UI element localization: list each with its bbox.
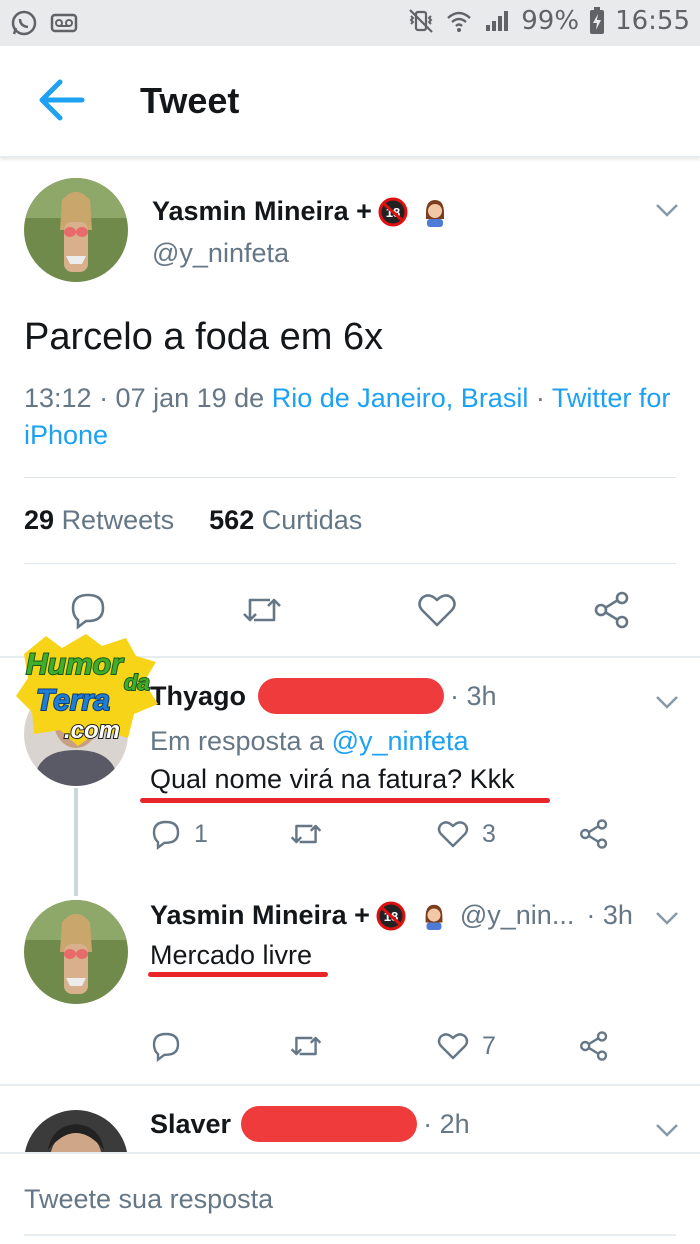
reply-header: Yasmin Mineira + 18 @y_nin... · 3h [150, 900, 633, 931]
tweet-meta: 13:12 · 07 jan 19 de Rio de Janeiro, Bra… [24, 380, 674, 454]
chevron-down-icon[interactable] [654, 910, 680, 926]
page-title: Tweet [140, 80, 240, 121]
wifi-icon [447, 11, 472, 32]
reply-time: · 3h [586, 900, 633, 930]
divider [24, 477, 676, 478]
like-button[interactable]: 7 [436, 1030, 496, 1062]
like-button[interactable] [416, 590, 458, 630]
avatar[interactable] [24, 900, 128, 1004]
no-under-18-icon: 18 [378, 197, 408, 226]
avatar-photo [24, 900, 128, 1004]
location-link[interactable]: Rio de Janeiro, Brasil [272, 383, 529, 413]
thread-connector [74, 788, 78, 896]
input-underline [24, 1234, 676, 1236]
whatsapp-icon [11, 10, 37, 36]
likes-label: Curtidas [261, 505, 363, 535]
likes-count: 562 [209, 505, 255, 535]
retweets-stat[interactable]: 29 Retweets [24, 505, 174, 535]
likes-stat[interactable]: 562 Curtidas [209, 505, 362, 535]
battery-percent: 99% [521, 6, 580, 36]
retweet-button[interactable] [240, 590, 284, 630]
heart-icon [437, 821, 469, 848]
chevron-down-icon[interactable] [654, 1122, 680, 1138]
share-icon [594, 591, 629, 629]
logo-word-humor: Humor [26, 648, 125, 681]
back-arrow-icon[interactable] [34, 78, 86, 122]
reply-header: Thyago · 3h [150, 678, 497, 714]
heart-icon [437, 1033, 469, 1060]
reply-count: 1 [194, 819, 208, 848]
share-icon [580, 1031, 608, 1061]
signal-icon [486, 11, 509, 31]
reply-time: · 2h [423, 1108, 470, 1139]
compose-bar: Tweete sua resposta [0, 1152, 700, 1244]
highlight-underline [148, 972, 328, 977]
author-handle[interactable]: @y_ninfeta [152, 238, 289, 269]
divider [0, 1084, 700, 1086]
logo-word-com: .com [64, 717, 120, 744]
status-bar: 99% 16:55 [0, 0, 700, 46]
battery-charging-icon [590, 7, 605, 34]
share-button[interactable] [578, 1030, 610, 1062]
reply-icon [71, 593, 105, 630]
highlight-underline [140, 798, 550, 803]
avatar[interactable] [24, 178, 128, 282]
author-name-row: Yasmin Mineira + 18 [152, 196, 450, 227]
tweet-stats: 29 Retweets 562 Curtidas [24, 505, 362, 536]
retweet-icon [243, 598, 281, 622]
in-reply-to-prefix: Em resposta a [150, 726, 332, 756]
in-reply-to-handle[interactable]: @y_ninfeta [332, 726, 469, 756]
retweets-count: 29 [24, 505, 55, 535]
voicemail-icon [50, 13, 78, 33]
reply-handle[interactable]: @y_nin... [460, 900, 574, 931]
reply-text: Mercado livre [150, 940, 313, 970]
reply-button[interactable] [68, 590, 108, 630]
chevron-down-icon[interactable] [654, 694, 680, 710]
girl-emoji-icon [425, 199, 444, 227]
logo-word-terra: Terra [36, 684, 110, 717]
reply-author-name[interactable]: Yasmin Mineira + [150, 900, 370, 931]
retweets-label: Retweets [61, 505, 175, 535]
meta-separator: · [528, 383, 552, 413]
redacted-handle [241, 1106, 418, 1142]
reply-time: · 3h [450, 680, 497, 711]
like-button[interactable]: 3 [436, 818, 496, 850]
divider [24, 563, 676, 564]
like-count: 7 [482, 1031, 496, 1060]
reply-icon [152, 1032, 180, 1062]
tweet-timestamp: 13:12 · 07 jan 19 de [24, 383, 272, 413]
tweet-actions [0, 590, 700, 634]
reply-button[interactable] [150, 1030, 182, 1062]
no-under-18-icon: 18 [376, 901, 406, 930]
retweet-button[interactable] [288, 1030, 324, 1062]
chevron-down-icon[interactable] [654, 202, 680, 218]
reply-text: Qual nome virá na fatura? Kkk [150, 764, 515, 794]
avatar-photo [24, 178, 128, 282]
redacted-handle [258, 678, 445, 714]
reply-author-name[interactable]: Slaver [150, 1109, 231, 1140]
like-count: 3 [482, 819, 496, 848]
share-button[interactable] [592, 590, 632, 630]
reply-header: Slaver · 2h [150, 1106, 470, 1142]
reply-icon [152, 820, 180, 850]
girl-emoji-icon [425, 904, 443, 930]
reply-button[interactable]: 1 [150, 818, 208, 850]
author-name: Yasmin Mineira + [152, 196, 372, 226]
humor-da-terra-logo: Humor da Terra .com [16, 634, 158, 746]
reply-author-name[interactable]: Thyago [150, 681, 246, 712]
heart-icon [418, 594, 456, 627]
clock: 16:55 [615, 6, 690, 36]
retweet-icon [290, 824, 322, 844]
app-bar: Tweet [0, 46, 700, 158]
retweet-button[interactable] [288, 818, 324, 850]
share-icon [580, 819, 608, 849]
share-button[interactable] [578, 818, 610, 850]
reply-input[interactable]: Tweete sua resposta [24, 1184, 273, 1215]
retweet-icon [290, 1036, 322, 1056]
in-reply-to: Em resposta a @y_ninfeta [150, 726, 469, 757]
logo-word-da: da [124, 670, 150, 695]
tweet-text: Parcelo a foda em 6x [24, 316, 384, 358]
vibrate-mute-icon [409, 9, 434, 33]
